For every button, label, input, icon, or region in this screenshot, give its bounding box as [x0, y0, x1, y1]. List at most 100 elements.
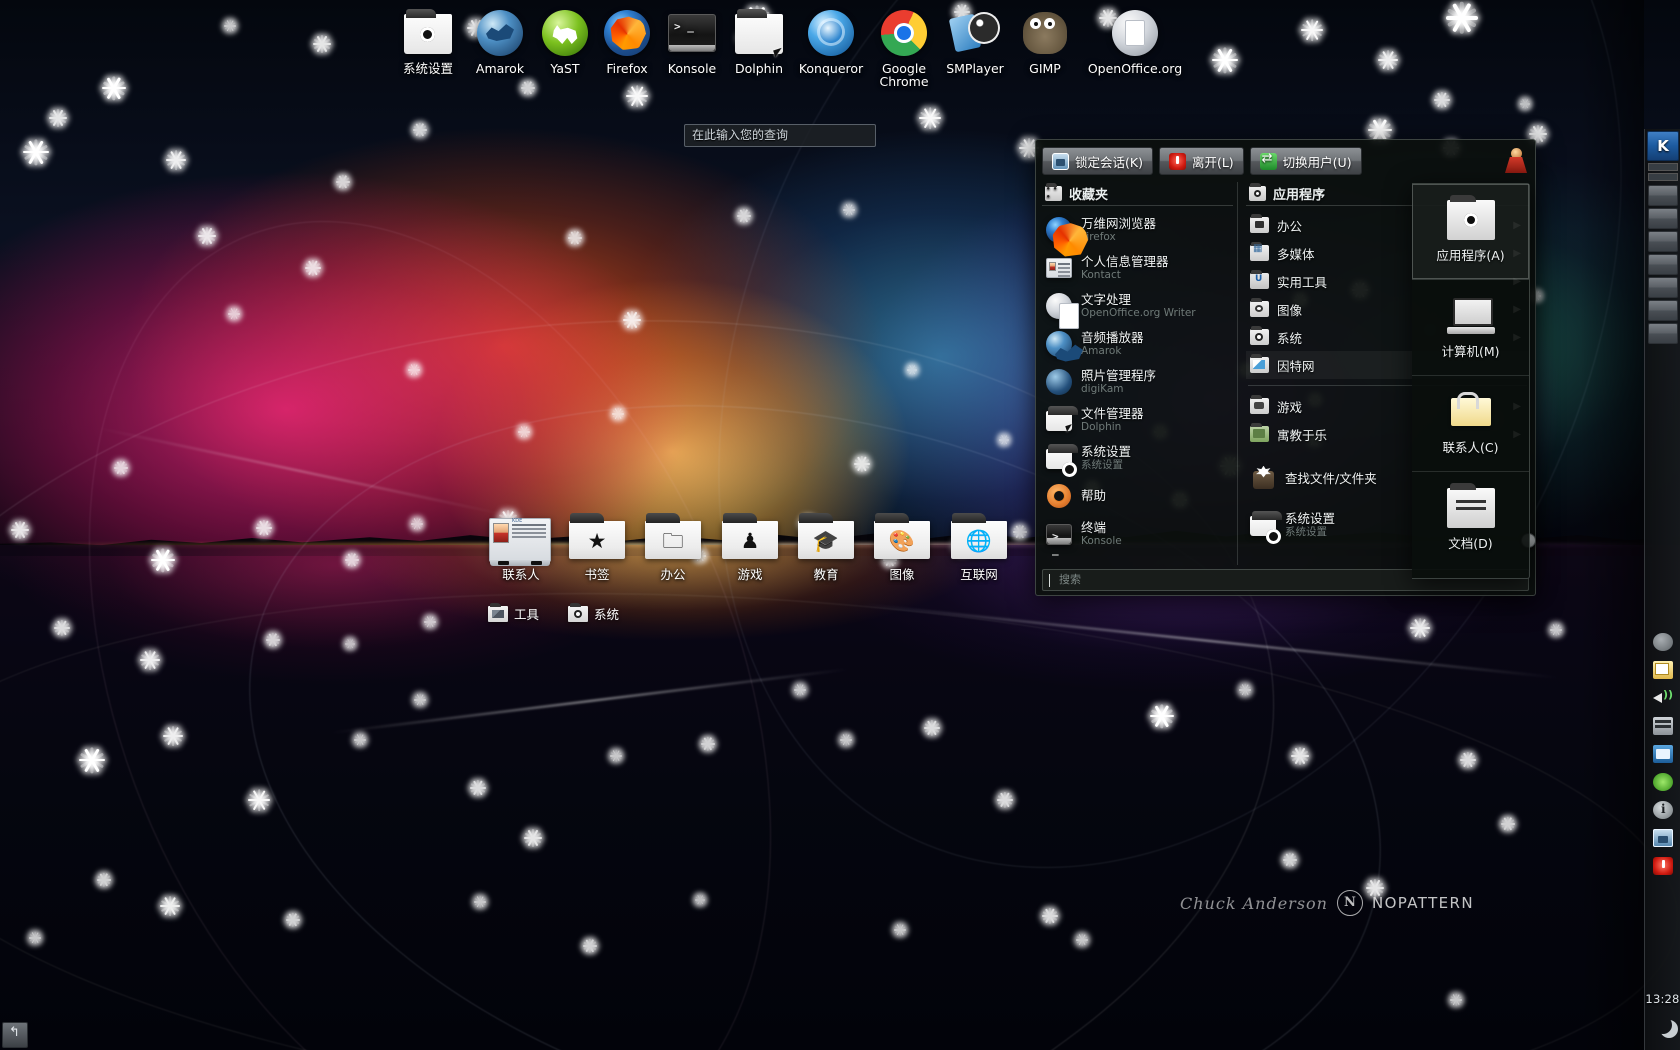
- computer-tab-icon: [1446, 296, 1495, 336]
- tools-folder-icon: [488, 602, 508, 622]
- taskbar-entry[interactable]: [1648, 231, 1678, 252]
- office-icon: [1250, 214, 1269, 233]
- tray-klipper[interactable]: [1649, 657, 1677, 683]
- tray-keyboard[interactable]: [1649, 713, 1677, 739]
- shutdown-icon: [1653, 857, 1673, 875]
- nopattern-brand: NOPATTERN: [1371, 894, 1474, 912]
- leave-label: 离开(L): [1191, 154, 1234, 170]
- konqueror-icon: [806, 8, 856, 58]
- chrome-icon: [879, 8, 929, 58]
- desktop-icon-openoffice[interactable]: OpenOffice.org: [1085, 8, 1185, 75]
- utilities-icon: [1250, 270, 1269, 289]
- folderview-graphics[interactable]: 🎨 图像: [865, 512, 939, 583]
- taskbar-entry[interactable]: [1648, 254, 1678, 275]
- desktop-icon-row: 系统设置 Amarok YaST Firefox Konsole Dolphin…: [0, 8, 1540, 106]
- switch-user-button[interactable]: 切换用户(U): [1249, 147, 1362, 175]
- favorite-item-kontact[interactable]: 个人信息管理器 Kontact: [1042, 249, 1233, 287]
- pager-desktop-1[interactable]: [1648, 163, 1678, 171]
- tray-updates[interactable]: [1649, 769, 1677, 795]
- folderview-label: 书签: [584, 567, 610, 582]
- folderview-education[interactable]: 🎓 教育: [789, 512, 863, 583]
- favorites-header: 收藏夹: [1042, 182, 1233, 206]
- moon-phase-icon: [1654, 1016, 1672, 1034]
- folderview-tools[interactable]: 工具: [488, 602, 540, 623]
- yast-icon: [540, 8, 590, 58]
- favorites-column: 收藏夹 万维网浏览器 Firefox 个人信息管理器 Kontact: [1042, 182, 1238, 565]
- taskbar-entry[interactable]: [1648, 300, 1678, 321]
- switch-user-label: 切换用户(U): [1282, 154, 1352, 170]
- internet-icon: [1250, 354, 1269, 373]
- tray-expander[interactable]: [1649, 629, 1677, 655]
- favorite-item-systemsettings[interactable]: 系统设置 系统设置: [1042, 439, 1233, 477]
- kickoff-launcher-button[interactable]: K: [1647, 131, 1679, 161]
- folderview-games[interactable]: ♟ 游戏: [713, 512, 787, 583]
- artist-signature: Chuck Anderson: [1180, 893, 1328, 913]
- systemsettings-icon: [1046, 443, 1078, 477]
- folderview-label: 工具: [514, 607, 540, 622]
- desktop-pager[interactable]: [1648, 163, 1678, 181]
- tab-label: 联系人(C): [1442, 439, 1499, 455]
- globe-folder-icon: 🌐: [947, 512, 1011, 560]
- user-avatar[interactable]: [1503, 148, 1529, 174]
- tray-lock-screen[interactable]: [1649, 825, 1677, 851]
- wallpaper-watermark: Chuck Anderson N NOPATTERN: [1180, 890, 1474, 916]
- favorite-item-writer[interactable]: 文字处理 OpenOffice.org Writer: [1042, 287, 1233, 329]
- favorite-title: 系统设置: [1081, 444, 1132, 459]
- favorite-item-konsole[interactable]: 终端 Konsole: [1042, 515, 1233, 556]
- applications-tab-icon: [1446, 194, 1495, 240]
- nopattern-logo-icon: N: [1336, 890, 1363, 916]
- openoffice-icon: [1110, 8, 1160, 58]
- taskbar-entry[interactable]: [1648, 323, 1678, 344]
- tray-shutdown[interactable]: [1649, 853, 1677, 879]
- category-label: 实用工具: [1277, 274, 1328, 290]
- taskbar-entry[interactable]: [1648, 277, 1678, 298]
- favorite-title: 终端: [1081, 520, 1107, 535]
- systemsettings-icon: [1250, 510, 1282, 544]
- system-folder-icon: [568, 602, 588, 622]
- favorite-item-digikam[interactable]: 照片管理程序 digiKam: [1042, 363, 1233, 401]
- favorite-item-firefox[interactable]: 万维网浏览器 Firefox: [1042, 211, 1233, 249]
- tab-computer[interactable]: 计算机(M): [1412, 280, 1529, 376]
- folderview-label: 系统: [594, 607, 620, 622]
- tray-volume[interactable]: [1649, 685, 1677, 711]
- system-icon: [1250, 326, 1269, 345]
- tab-applications[interactable]: 应用程序(A): [1412, 184, 1529, 280]
- favorites-icon: [1045, 183, 1062, 201]
- folderview-office[interactable]: 🗀 办公: [636, 512, 710, 583]
- favorite-item-amarok[interactable]: 音频播放器 Amarok: [1042, 325, 1233, 363]
- favorite-item-dolphin[interactable]: 文件管理器 Dolphin: [1042, 401, 1233, 439]
- contacts-tab-icon: [1447, 391, 1495, 432]
- taskbar-entry[interactable]: [1648, 185, 1678, 206]
- folderview-internet[interactable]: 🌐 互联网: [942, 512, 1016, 583]
- panel-clock[interactable]: 13:28: [1645, 992, 1680, 1006]
- desktop-icon-konqueror[interactable]: Konqueror: [789, 8, 873, 75]
- category-label: 多媒体: [1277, 246, 1315, 262]
- tray-network[interactable]: [1649, 741, 1677, 767]
- konsole-icon: [1046, 521, 1073, 556]
- favorites-header-label: 收藏夹: [1069, 188, 1109, 203]
- desktop-icon-gimp[interactable]: GIMP: [1003, 8, 1087, 75]
- klipper-icon: [1653, 661, 1673, 679]
- dolphin-icon: [1046, 405, 1078, 434]
- text-caret: [1049, 574, 1050, 587]
- tray-info[interactable]: [1649, 797, 1677, 823]
- tab-documents[interactable]: 文档(D): [1412, 472, 1529, 568]
- panel-toggle-button[interactable]: [2, 1022, 28, 1048]
- folderview-bookmarks[interactable]: ★ 书签: [560, 512, 634, 583]
- favorite-title: 帮助: [1081, 488, 1107, 503]
- favorite-item-help[interactable]: 帮助: [1042, 477, 1233, 515]
- folderview-label: 互联网: [960, 567, 998, 582]
- folderview-row-2: 工具 系统: [484, 602, 784, 630]
- desktop-icon-label: Konqueror: [798, 61, 864, 76]
- lock-session-button[interactable]: 锁定会话(K): [1042, 147, 1153, 175]
- leave-button[interactable]: 离开(L): [1158, 147, 1244, 175]
- folderview-contacts[interactable]: KDE 联系人: [484, 512, 558, 583]
- find-files-icon: [1250, 465, 1277, 493]
- tab-contacts[interactable]: 联系人(C): [1412, 376, 1529, 472]
- avatar-body: [1505, 157, 1527, 173]
- office-folder-icon: 🗀: [641, 512, 705, 560]
- pager-desktop-2[interactable]: [1648, 173, 1678, 181]
- volume-icon: [1653, 688, 1673, 707]
- taskbar-entry[interactable]: [1648, 208, 1678, 229]
- folderview-system[interactable]: 系统: [568, 602, 620, 623]
